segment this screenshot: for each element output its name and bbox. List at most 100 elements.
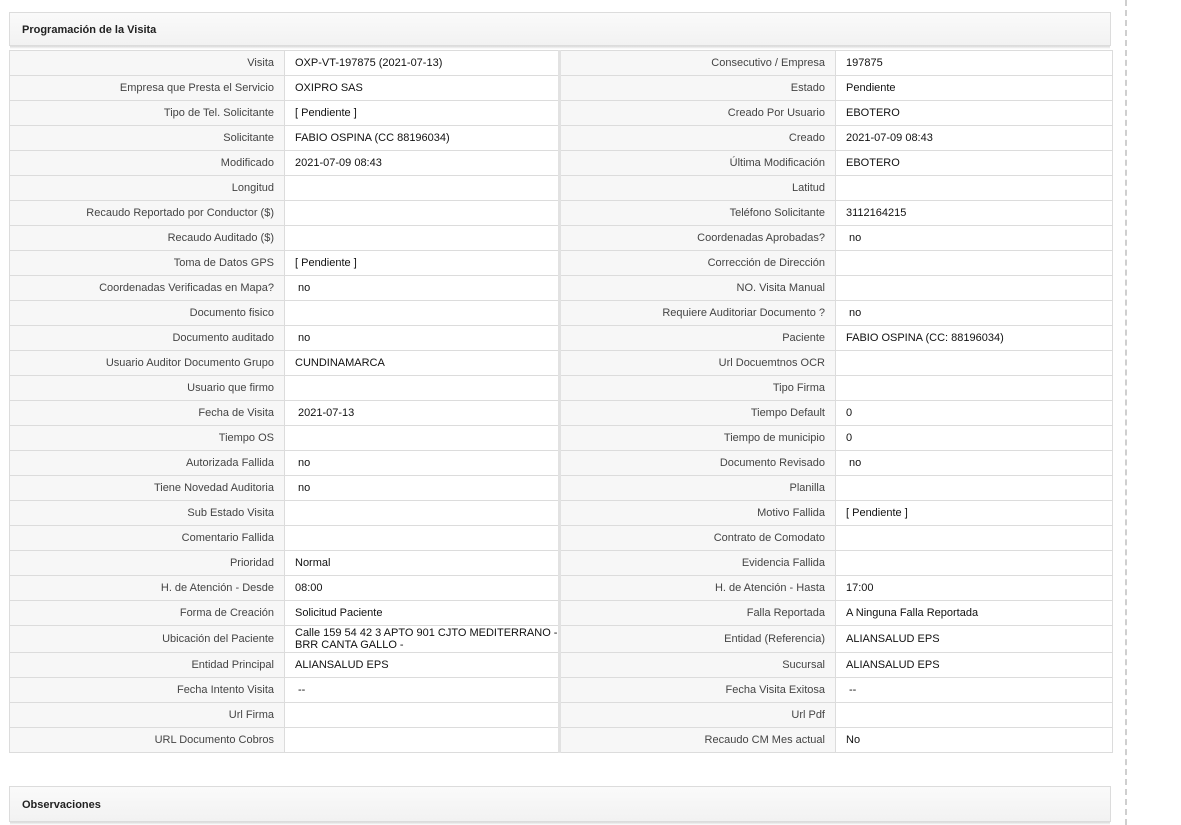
- field-label: Consecutivo / Empresa: [558, 50, 836, 76]
- field-label: Paciente: [558, 325, 836, 351]
- detail-row: Coordenadas Verificadas en Mapa? no NO. Vi…: [9, 275, 1113, 301]
- field-value: [284, 175, 560, 201]
- detail-row: URL Documento Cobros Recaudo CM Mes actua…: [9, 727, 1113, 753]
- field-value: [835, 350, 1113, 376]
- field-value: A Ninguna Falla Reportada: [835, 600, 1113, 626]
- field-label: Teléfono Solicitante: [558, 200, 836, 226]
- detail-row: Tiempo OS Tiempo de municipio 0: [9, 425, 1113, 451]
- field-label: Evidencia Fallida: [558, 550, 836, 576]
- detail-row: Usuario Auditor Documento Grupo CUNDINAMA…: [9, 350, 1113, 376]
- field-value: --: [284, 677, 560, 703]
- field-value: [835, 375, 1113, 401]
- field-label: NO. Visita Manual: [558, 275, 836, 301]
- field-value: 0: [835, 400, 1113, 426]
- field-label: Tipo Firma: [558, 375, 836, 401]
- detail-row: Sub Estado Visita Motivo Fallida[ Pendien…: [9, 500, 1113, 526]
- field-label: Coordenadas Aprobadas?: [558, 225, 836, 251]
- field-value: [ Pendiente ]: [284, 100, 560, 126]
- field-value: OXIPRO SAS: [284, 75, 560, 101]
- field-label: Recaudo Reportado por Conductor ($): [9, 200, 285, 226]
- field-value: no: [284, 450, 560, 476]
- programacion-title: Programación de la Visita: [22, 24, 157, 36]
- detail-row: Tipo de Tel. Solicitante[ Pendiente ] Cre…: [9, 100, 1113, 126]
- field-label: Tipo de Tel. Solicitante: [9, 100, 285, 126]
- field-value: [835, 525, 1113, 551]
- field-label: Fecha Visita Exitosa: [558, 677, 836, 703]
- detail-row: Autorizada Fallida no Documento Revisado no: [9, 450, 1113, 476]
- field-value: CUNDINAMARCA: [284, 350, 560, 376]
- field-label: Entidad (Referencia): [558, 625, 836, 653]
- field-label: Planilla: [558, 475, 836, 501]
- field-value: no: [284, 275, 560, 301]
- field-label: Recaudo Auditado ($): [9, 225, 285, 251]
- field-label: Url Docuemtnos OCR: [558, 350, 836, 376]
- field-value: [284, 525, 560, 551]
- field-label: Ubicación del Paciente: [9, 625, 285, 653]
- field-value: EBOTERO: [835, 100, 1113, 126]
- field-label: Usuario Auditor Documento Grupo: [9, 350, 285, 376]
- field-value: 0: [835, 425, 1113, 451]
- field-label: Prioridad: [9, 550, 285, 576]
- field-label: Url Pdf: [558, 702, 836, 728]
- field-label: Toma de Datos GPS: [9, 250, 285, 276]
- field-label: Solicitante: [9, 125, 285, 151]
- field-label: Creado Por Usuario: [558, 100, 836, 126]
- detail-row: H. de Atención - Desde 08:00 H. de Atenció…: [9, 575, 1113, 601]
- field-label: Fecha de Visita: [9, 400, 285, 426]
- observaciones-panel-header: Observaciones: [9, 786, 1111, 825]
- field-label: Usuario que firmo: [9, 375, 285, 401]
- field-label: Corrección de Dirección: [558, 250, 836, 276]
- visit-details-table: Visita OXP-VT-197875 (2021-07-13) Consecut…: [9, 50, 1113, 753]
- field-label: Documento auditado: [9, 325, 285, 351]
- field-value: 08:00: [284, 575, 560, 601]
- field-value: No: [835, 727, 1113, 753]
- field-value: 3112164215: [835, 200, 1113, 226]
- field-label: Falla Reportada: [558, 600, 836, 626]
- field-value: [284, 702, 560, 728]
- field-value: no: [835, 450, 1113, 476]
- field-label: Visita: [9, 50, 285, 76]
- field-label: Url Firma: [9, 702, 285, 728]
- detail-row: Tiene Novedad Auditoria no Planilla: [9, 475, 1113, 501]
- field-value: [284, 375, 560, 401]
- field-value: [835, 702, 1113, 728]
- field-value: 2021-07-09 08:43: [284, 150, 560, 176]
- detail-row: Fecha Intento Visita -- Fecha Visita Exito…: [9, 677, 1113, 703]
- detail-row: Prioridad Normal Evidencia Fallida: [9, 550, 1113, 576]
- field-label: Sub Estado Visita: [9, 500, 285, 526]
- field-value: [284, 300, 560, 326]
- field-value: FABIO OSPINA (CC: 88196034): [835, 325, 1113, 351]
- field-value: Pendiente: [835, 75, 1113, 101]
- field-value: OXP-VT-197875 (2021-07-13): [284, 50, 560, 76]
- field-value: [ Pendiente ]: [835, 500, 1113, 526]
- field-label: Última Modificación: [558, 150, 836, 176]
- field-value: [835, 250, 1113, 276]
- field-label: Sucursal: [558, 652, 836, 678]
- field-label: H. de Atención - Hasta: [558, 575, 836, 601]
- field-value: [835, 550, 1113, 576]
- detail-row: Forma de Creación Solicitud Paciente Falla…: [9, 600, 1113, 626]
- detail-row: Longitud Latitud: [9, 175, 1113, 201]
- programacion-panel-header: Programación de la Visita: [9, 12, 1111, 49]
- field-value: [835, 175, 1113, 201]
- field-value: [284, 500, 560, 526]
- field-label: URL Documento Cobros: [9, 727, 285, 753]
- detail-row: Comentario Fallida Contrato de Comodato: [9, 525, 1113, 551]
- detail-row: Recaudo Reportado por Conductor ($) Teléf…: [9, 200, 1113, 226]
- detail-row: Visita OXP-VT-197875 (2021-07-13) Consecut…: [9, 50, 1113, 76]
- field-label: Modificado: [9, 150, 285, 176]
- detail-row: Ubicación del Paciente Calle 159 54 42 3 …: [9, 625, 1113, 653]
- detail-row: Solicitante FABIO OSPINA (CC 88196034) Cre…: [9, 125, 1113, 151]
- field-label: Tiempo OS: [9, 425, 285, 451]
- field-label: Contrato de Comodato: [558, 525, 836, 551]
- field-label: Latitud: [558, 175, 836, 201]
- detail-row: Fecha de Visita 2021-07-13 Tiempo Default 0: [9, 400, 1113, 426]
- page-divider: [1125, 0, 1127, 825]
- field-label: Forma de Creación: [9, 600, 285, 626]
- detail-row: Toma de Datos GPS[ Pendiente ] Corrección…: [9, 250, 1113, 276]
- field-label: Fecha Intento Visita: [9, 677, 285, 703]
- field-label: Creado: [558, 125, 836, 151]
- field-value: [284, 425, 560, 451]
- field-value: EBOTERO: [835, 150, 1113, 176]
- field-label: Tiempo de municipio: [558, 425, 836, 451]
